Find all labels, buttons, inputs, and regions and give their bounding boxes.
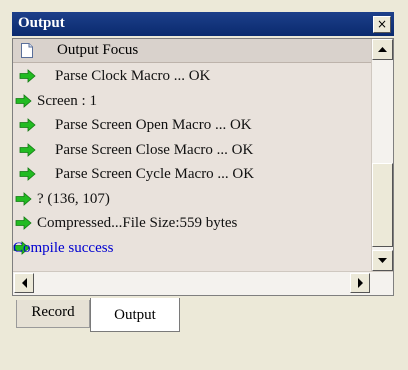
- tab-output[interactable]: Output: [90, 298, 180, 332]
- list-item[interactable]: ? (136, 107): [13, 188, 371, 213]
- list-item-label: ? (136, 107): [37, 190, 110, 207]
- scroll-up-button[interactable]: [372, 39, 393, 60]
- vertical-scrollbar[interactable]: [371, 39, 393, 271]
- list-item-label: Screen : 1: [37, 92, 97, 109]
- output-list[interactable]: Output Focus Parse Clock Macro ... OK Scr…: [12, 38, 394, 296]
- close-icon: ×: [376, 17, 388, 31]
- output-focus-label: Output Focus: [57, 42, 139, 58]
- list-item[interactable]: Parse Clock Macro ... OK: [13, 65, 371, 90]
- window-title: Output: [18, 15, 65, 31]
- output-panel: Output × Output Focus Parse Clock Macro …: [12, 12, 394, 358]
- tab-strip: Record Output: [12, 298, 394, 338]
- green-arrow-icon: [19, 167, 36, 181]
- list-item-label: Compile success: [13, 239, 114, 256]
- scroll-left-button[interactable]: [14, 273, 34, 293]
- list-item-label: Compressed...File Size:559 bytes: [37, 215, 238, 231]
- horizontal-scrollbar[interactable]: [13, 271, 393, 295]
- green-arrow-icon: [15, 191, 32, 206]
- list-item[interactable]: Compressed...File Size:559 bytes: [13, 212, 371, 237]
- green-arrow-icon: [19, 69, 36, 83]
- list-item[interactable]: Parse Screen Close Macro ... OK: [13, 139, 371, 164]
- title-bar[interactable]: Output ×: [12, 12, 394, 36]
- green-arrow-icon: [15, 93, 32, 108]
- list-item[interactable]: Compile success: [13, 237, 371, 262]
- list-item[interactable]: Parse Screen Open Macro ... OK: [13, 114, 371, 139]
- scroll-down-button[interactable]: [372, 250, 393, 271]
- green-arrow-icon: [19, 142, 36, 157]
- list-item-label: Parse Clock Macro ... OK: [55, 68, 211, 84]
- arrow-down-icon: [378, 258, 387, 263]
- list-item-label: Parse Screen Open Macro ... OK: [55, 117, 252, 133]
- list-item[interactable]: Screen : 1: [13, 90, 371, 115]
- green-arrow-icon: [19, 118, 36, 132]
- close-button[interactable]: ×: [373, 16, 391, 33]
- list-item[interactable]: Parse Screen Cycle Macro ... OK: [13, 163, 371, 188]
- output-rows: Parse Clock Macro ... OK Screen : 1 Parse …: [13, 65, 371, 261]
- arrow-up-icon: [378, 47, 387, 52]
- green-arrow-icon: [15, 216, 32, 230]
- scroll-right-button[interactable]: [350, 273, 370, 293]
- document-icon: [21, 43, 33, 58]
- list-item-label: Parse Screen Close Macro ... OK: [55, 141, 254, 158]
- arrow-right-icon: [358, 278, 363, 288]
- arrow-left-icon: [22, 278, 27, 288]
- tab-record[interactable]: Record: [16, 300, 90, 328]
- list-item-label: Parse Screen Cycle Macro ... OK: [55, 166, 255, 182]
- vertical-scroll-thumb[interactable]: [372, 163, 393, 247]
- output-focus-header[interactable]: Output Focus: [13, 39, 371, 63]
